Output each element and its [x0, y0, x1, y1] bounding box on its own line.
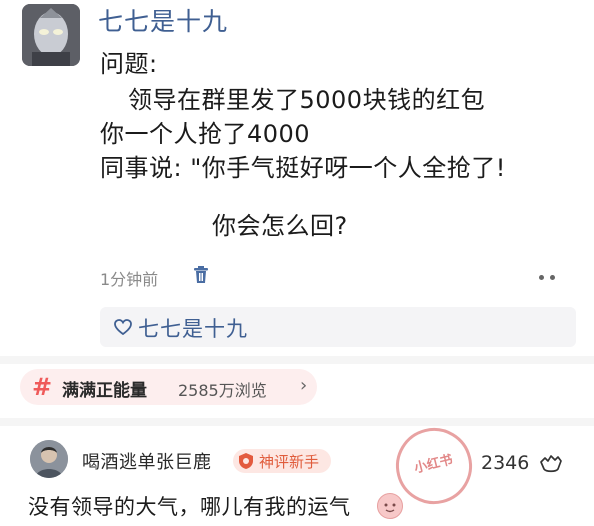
comment-like-count: 2346	[481, 452, 530, 474]
commenter-avatar[interactable]	[30, 440, 68, 478]
section-divider	[0, 418, 594, 426]
chevron-right-icon: ›	[300, 375, 308, 396]
topic-chip[interactable]: # 满满正能量 2585万浏览 ›	[20, 369, 317, 405]
trash-icon[interactable]	[190, 264, 212, 286]
post-author-name[interactable]: 七七是十九	[98, 2, 228, 38]
shy-face-emoji-icon	[377, 493, 403, 519]
post-text-line: 你一个人抢了4000	[100, 120, 311, 148]
more-options-icon[interactable]	[530, 268, 564, 286]
post-text-line: 同事说: "你手气挺好呀一个人全抢了!	[100, 154, 506, 182]
section-divider	[0, 356, 594, 364]
topic-views: 2585万浏览	[178, 381, 267, 400]
topic-name: 满满正能量	[62, 381, 147, 401]
hashtag-icon: #	[32, 373, 53, 401]
author-avatar[interactable]	[22, 4, 80, 66]
commenter-badge: 神评新手	[233, 449, 331, 473]
commenter-name[interactable]: 喝酒逃单张巨鹿	[82, 448, 212, 474]
heart-icon[interactable]	[114, 319, 132, 336]
likes-box: 七七是十九	[100, 307, 576, 347]
liked-by-name[interactable]: 七七是十九	[138, 313, 248, 343]
medal-icon	[237, 452, 255, 470]
stamp-text: 小红书	[412, 452, 455, 477]
post-text-line: 领导在群里发了5000块钱的红包	[128, 86, 486, 114]
post-text-line: 你会怎么回?	[212, 212, 348, 240]
badge-label: 神评新手	[259, 453, 320, 471]
comment-text: 没有领导的大气，哪儿有我的运气	[28, 495, 351, 519]
post-text-line: 问题:	[100, 50, 158, 78]
like-hand-icon[interactable]	[538, 450, 564, 474]
post-timestamp: 1分钟前	[100, 270, 159, 289]
